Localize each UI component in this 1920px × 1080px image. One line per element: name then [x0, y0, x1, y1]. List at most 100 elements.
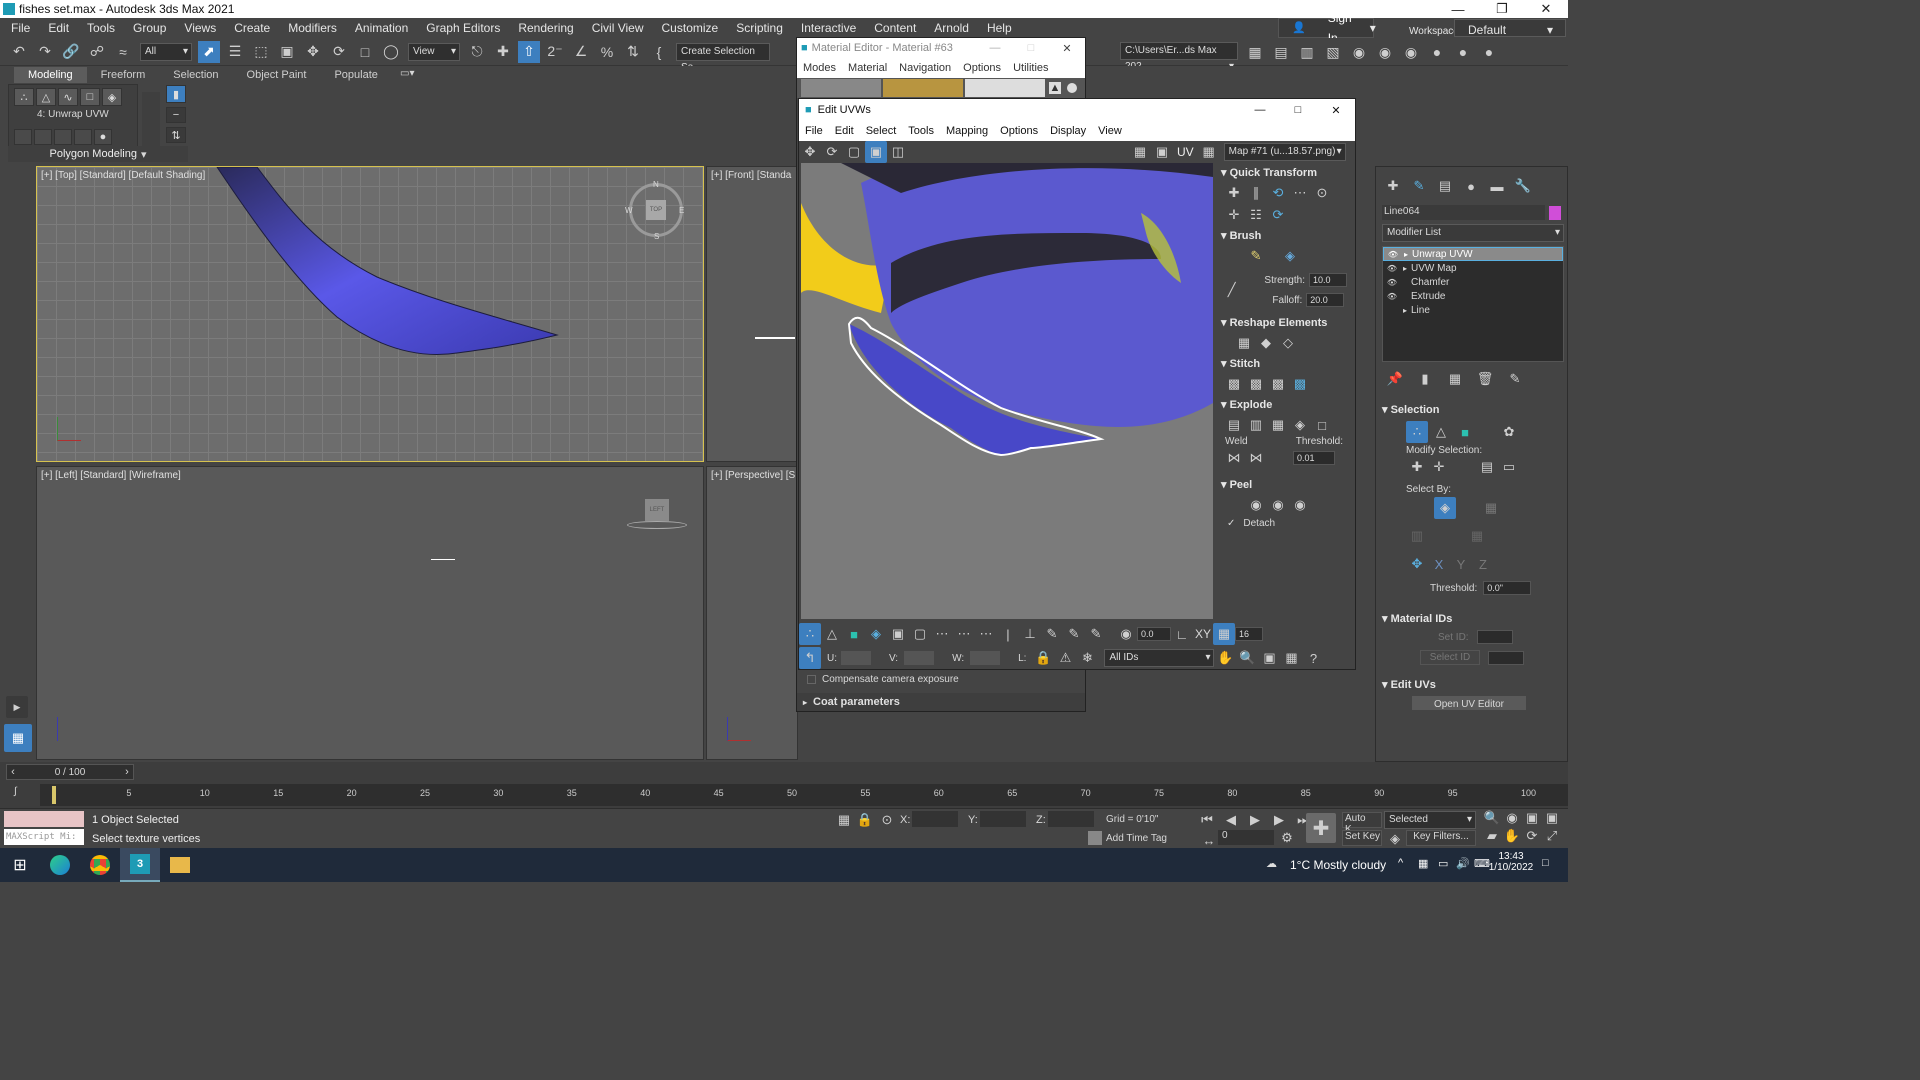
- close-button[interactable]: ✕: [1317, 104, 1355, 117]
- scale-icon[interactable]: □: [354, 41, 376, 63]
- zoom-extents-all-icon[interactable]: ▣: [1542, 809, 1562, 827]
- pin-stack-icon[interactable]: [34, 129, 52, 145]
- border-mode-icon[interactable]: ∿: [58, 88, 78, 106]
- track-bar-icon[interactable]: ∫: [14, 786, 17, 797]
- loop-select-icon[interactable]: ▭: [1498, 456, 1520, 478]
- menu-item-content[interactable]: Content: [865, 18, 925, 38]
- grow-icon[interactable]: ✚: [1406, 456, 1428, 478]
- ribbon-tab-freeform[interactable]: Freeform: [87, 67, 160, 83]
- uv-menu-mapping[interactable]: Mapping: [940, 125, 994, 137]
- keyboard-shortcut-icon[interactable]: ⇧: [518, 40, 540, 63]
- configure-sets-icon[interactable]: ✎: [1504, 368, 1526, 390]
- material-menu-modes[interactable]: Modes: [797, 62, 842, 74]
- map-preview-icon[interactable]: ▦: [1198, 141, 1220, 163]
- uv-axis-label[interactable]: UV: [1177, 145, 1194, 159]
- paint-move-icon[interactable]: ✎: [1245, 245, 1267, 267]
- modifier-list-dropdown[interactable]: Modifier List ▾: [1382, 224, 1564, 242]
- viewport-perspective-label[interactable]: [+] [Perspective] [S: [711, 470, 795, 481]
- material-menu-material[interactable]: Material: [842, 62, 893, 74]
- brush-rollout[interactable]: ▾ Brush: [1215, 226, 1353, 245]
- menu-item-graph-editors[interactable]: Graph Editors: [417, 18, 509, 38]
- falloff-spinner[interactable]: 20.0: [1306, 293, 1345, 307]
- expand-arrow-icon[interactable]: ▸: [1400, 250, 1412, 259]
- uv-scale-icon[interactable]: ▢: [843, 141, 865, 163]
- ignore-backfacing-icon[interactable]: ▥: [1406, 525, 1428, 547]
- y-field[interactable]: [980, 811, 1026, 827]
- visibility-eye-icon[interactable]: 👁: [1385, 278, 1399, 287]
- weld-selected-icon[interactable]: ⋈: [1223, 447, 1245, 469]
- element-level-icon[interactable]: ✿: [1498, 421, 1520, 443]
- set-id-spinner[interactable]: [1476, 630, 1513, 644]
- weather-text[interactable]: 1°C Mostly cloudy: [1290, 858, 1386, 872]
- menu-item-customize[interactable]: Customize: [653, 18, 728, 38]
- rotate-cw-icon[interactable]: ⟳: [1267, 204, 1289, 226]
- link-icon[interactable]: 🔗: [60, 41, 82, 63]
- bind-spacewarp-icon[interactable]: ≈: [112, 41, 134, 63]
- close-button[interactable]: ✕: [1049, 42, 1085, 55]
- play-icon[interactable]: ▶: [1244, 809, 1266, 831]
- maximize-button[interactable]: □: [1013, 42, 1049, 54]
- uv-menu-file[interactable]: File: [799, 125, 829, 137]
- zoom-region-icon[interactable]: ▣: [1258, 647, 1280, 669]
- grid-count-spinner[interactable]: 16: [1235, 627, 1264, 641]
- edge-icon[interactable]: [40, 855, 80, 875]
- preserve-uvs-icon[interactable]: ●: [94, 129, 112, 145]
- motion-tab-icon[interactable]: ●: [1460, 175, 1482, 197]
- notifications-icon[interactable]: □: [1542, 857, 1549, 869]
- sample-slot[interactable]: [965, 79, 1045, 97]
- select-by-element-icon[interactable]: ◈: [1434, 497, 1456, 519]
- uv-menu-tools[interactable]: Tools: [902, 125, 940, 137]
- hierarchy-tab-icon[interactable]: ▤: [1434, 175, 1456, 197]
- ribbon-mode-icon[interactable]: ▮: [166, 85, 186, 103]
- planar-angle-icon[interactable]: ✥: [1406, 553, 1428, 575]
- polygon-mode-icon[interactable]: □: [80, 88, 100, 106]
- next-frame-icon[interactable]: ›: [121, 766, 133, 778]
- layer-explorer-icon[interactable]: ▦: [1244, 41, 1266, 63]
- detach-checkbox[interactable]: ✓ Detach: [1215, 516, 1353, 531]
- align-horizontal-icon[interactable]: ⋯: [1289, 182, 1311, 204]
- remove-modifier-icon[interactable]: 🗑: [1474, 368, 1496, 390]
- stitch-average-icon[interactable]: ▩: [1267, 373, 1289, 395]
- compensate-checkbox[interactable]: Compensate camera exposure: [807, 674, 959, 685]
- current-frame-field[interactable]: 0: [1218, 830, 1274, 845]
- vertex-mode-icon[interactable]: ∴: [14, 88, 34, 106]
- chrome-icon[interactable]: [80, 855, 120, 875]
- viewcube-compass[interactable]: TOP N S E W: [625, 180, 684, 241]
- scroll-up-icon[interactable]: ▲: [1049, 82, 1061, 94]
- window-crossing-icon[interactable]: ▣: [276, 41, 298, 63]
- freeze-icon[interactable]: ❄: [1076, 647, 1098, 669]
- display-tab-icon[interactable]: ▬: [1486, 175, 1508, 197]
- ribbon-tab-selection[interactable]: Selection: [159, 67, 232, 83]
- add-time-tag[interactable]: Add Time Tag: [1106, 833, 1167, 844]
- select-by-uv-element-icon[interactable]: ▦: [1480, 497, 1502, 519]
- viewport-left-label[interactable]: [+] [Left] [Standard] [Wireframe]: [41, 470, 181, 481]
- redo-icon[interactable]: ↷: [34, 41, 56, 63]
- object-color-swatch[interactable]: [1549, 205, 1561, 220]
- peel-mode-icon[interactable]: ◉: [1267, 494, 1289, 516]
- falloff-curve-icon[interactable]: ∟: [1171, 623, 1193, 645]
- pivot-icon[interactable]: ⊙: [1311, 182, 1333, 204]
- undo-icon[interactable]: ↶: [8, 41, 30, 63]
- object-name-field[interactable]: Line064: [1382, 205, 1546, 220]
- straighten-icon[interactable]: ▦: [1233, 332, 1255, 354]
- grow-selection-icon[interactable]: ▣: [887, 623, 909, 645]
- space-horizontal-icon[interactable]: ✛: [1223, 204, 1245, 226]
- sample-slot[interactable]: [883, 79, 963, 97]
- flatten-by-poly-icon[interactable]: ▦: [1267, 414, 1289, 436]
- weather-icon[interactable]: ☁: [1266, 857, 1277, 870]
- create-tab-icon[interactable]: ✚: [1382, 175, 1404, 197]
- loop-icon[interactable]: ⋯: [931, 623, 953, 645]
- select-by-name-icon[interactable]: ☰: [224, 41, 246, 63]
- relax-icon[interactable]: ◆: [1255, 332, 1277, 354]
- xy-space-label[interactable]: XY: [1195, 627, 1211, 641]
- ring-select-icon[interactable]: ▤: [1476, 456, 1498, 478]
- soft-select-icon[interactable]: ⊥: [1019, 623, 1041, 645]
- move-icon[interactable]: ✥: [302, 41, 324, 63]
- key-filter-dropdown[interactable]: Selected ▾: [1384, 811, 1476, 829]
- render-production-icon[interactable]: ●: [1452, 41, 1474, 63]
- toggle-command-mode-icon[interactable]: [74, 129, 92, 145]
- paint-select-icon[interactable]: ✎: [1041, 623, 1063, 645]
- reference-coordinate-dropdown[interactable]: View ▾: [408, 42, 460, 61]
- y-axis-icon[interactable]: Y: [1450, 553, 1472, 575]
- percent-snap-icon[interactable]: %: [596, 41, 618, 63]
